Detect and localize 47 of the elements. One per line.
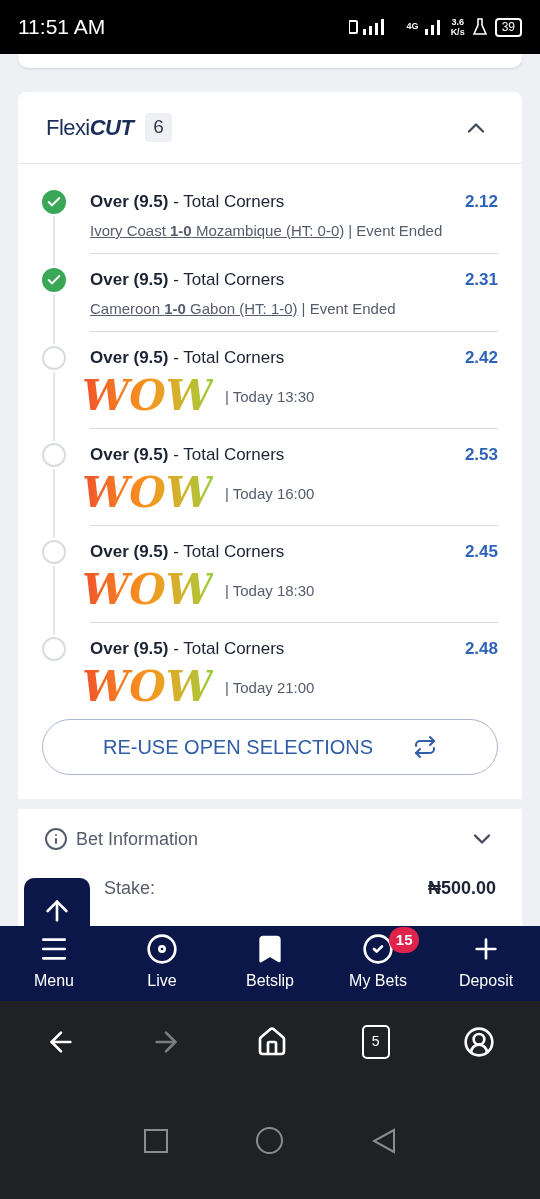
speed-unit-text: K/s — [450, 27, 465, 37]
event-status-text: | Today 21:00 — [224, 677, 315, 698]
nav-tab[interactable]: Deposit — [432, 925, 540, 1001]
event-status-text: | Event Ended — [348, 221, 443, 241]
market-text: Over (9.5) - Total Corners — [90, 191, 285, 214]
account-icon[interactable] — [463, 1025, 496, 1058]
tabs-button[interactable]: 5 — [361, 1024, 390, 1059]
nav-tab[interactable]: Live — [108, 925, 216, 1001]
odds-text: 2.53 — [464, 444, 498, 467]
bet-information-title: Bet Information — [76, 827, 199, 851]
match-link[interactable]: Ivory Coast 1-0 Mozambique (HT: 0-0) — [90, 220, 345, 241]
home-icon[interactable] — [256, 1025, 288, 1058]
market-text: Over (9.5) - Total Corners — [90, 347, 285, 370]
nav-tab[interactable]: Menu — [0, 925, 108, 1001]
count-badge: 15 — [388, 926, 420, 953]
odds-text: 2.12 — [464, 191, 498, 214]
back-triangle-icon[interactable] — [371, 1127, 396, 1154]
odds-text: 2.48 — [464, 638, 498, 661]
info-icon — [44, 827, 68, 851]
event-status-text: | Today 16:00 — [224, 483, 315, 504]
battery-indicator: 39 — [494, 17, 522, 37]
nav-tab[interactable]: My Bets 15 — [324, 925, 432, 1001]
odds-text: 2.31 — [464, 269, 498, 292]
recents-icon[interactable] — [144, 1128, 169, 1153]
market-text: Over (9.5) - Total Corners — [90, 541, 285, 564]
live-icon — [146, 933, 178, 965]
repeat-icon — [413, 735, 438, 759]
speed-value-text: 3.6 — [451, 17, 464, 27]
odds-text: 2.45 — [464, 541, 498, 564]
check-circle-icon — [362, 933, 394, 965]
selection-count-badge: 6 — [145, 113, 172, 142]
market-text: Over (9.5) - Total Corners — [90, 638, 285, 661]
market-text: Over (9.5) - Total Corners — [90, 444, 285, 467]
event-status-text: | Event Ended — [301, 299, 396, 319]
market-text: Over (9.5) - Total Corners — [90, 269, 285, 292]
stake-label: Stake: — [104, 877, 156, 900]
signal-icon — [422, 17, 443, 37]
event-status-text: | Today 13:30 — [224, 386, 315, 407]
flask-icon — [472, 18, 487, 36]
network-text: 4G — [406, 20, 419, 34]
stake-value: ₦500.00 — [427, 877, 496, 900]
odds-text: 2.42 — [464, 347, 498, 370]
match-link[interactable]: Cameroon 1-0 Gabon (HT: 1-0) — [90, 298, 298, 319]
flexicut-logo: FlexiCUT — [46, 114, 134, 142]
clock-text: 11:51 AM — [18, 14, 106, 41]
event-status-text: | Today 18:30 — [224, 580, 315, 601]
nav-tab[interactable]: Betslip — [216, 925, 324, 1001]
